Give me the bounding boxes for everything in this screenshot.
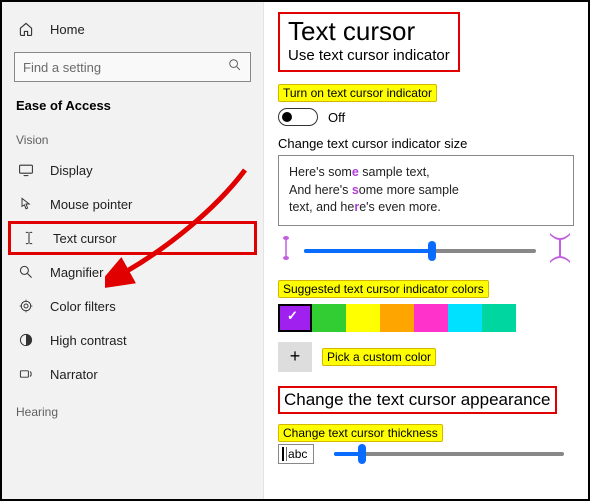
sidebar-item-magnifier[interactable]: Magnifier [8,255,257,289]
sidebar-item-text-cursor[interactable]: Text cursor [8,221,257,255]
sidebar-item-label: Display [50,163,93,178]
narrator-icon [16,364,36,384]
swatch-green[interactable] [312,304,346,332]
toggle-heading: Turn on text cursor indicator [278,84,437,102]
display-icon [16,160,36,180]
home-label: Home [50,22,85,37]
text-cursor-icon [19,228,39,248]
swatch-orange[interactable] [380,304,414,332]
thickness-preview: abc [278,444,314,465]
mouse-icon [16,194,36,214]
swatch-pink[interactable] [414,304,448,332]
sidebar-item-label: Mouse pointer [50,197,132,212]
group-vision-label: Vision [8,119,257,153]
plus-icon: + [290,346,301,367]
content-pane: Text cursor Use text cursor indicator Tu… [264,2,588,499]
sidebar-item-label: High contrast [50,333,127,348]
page-title: Text cursor [288,16,450,47]
colors-heading: Suggested text cursor indicator colors [278,280,489,298]
sidebar-item-label: Color filters [50,299,116,314]
page-subtitle: Use text cursor indicator [288,47,450,64]
color-filters-icon [16,296,36,316]
cursor-indicator-toggle[interactable]: Off [278,108,574,126]
color-swatches [278,304,574,332]
swatch-purple[interactable] [278,304,312,332]
indicator-max-icon [546,231,574,270]
indicator-size-slider-row [278,234,574,268]
category-header: Ease of Access [8,92,257,119]
sidebar-item-display[interactable]: Display [8,153,257,187]
sidebar: Home Find a setting Ease of Access Visio… [2,2,264,499]
group-hearing-label: Hearing [8,391,257,425]
add-custom-color-button[interactable]: + [278,342,312,372]
sidebar-item-label: Text cursor [53,231,117,246]
thickness-slider[interactable] [334,452,564,456]
thickness-row: abc [278,444,574,465]
search-icon [228,58,242,77]
custom-color-label: Pick a custom color [322,348,436,366]
indicator-size-label: Change text cursor indicator size [278,136,574,151]
sidebar-item-narrator[interactable]: Narrator [8,357,257,391]
page-title-box: Text cursor Use text cursor indicator [278,12,460,72]
home-nav[interactable]: Home [8,12,257,46]
sidebar-item-label: Magnifier [50,265,103,280]
indicator-min-icon [278,235,294,266]
sidebar-item-mouse[interactable]: Mouse pointer [8,187,257,221]
swatch-teal[interactable] [482,304,516,332]
home-icon [16,19,36,39]
thickness-heading: Change text cursor thickness [278,424,443,442]
search-placeholder: Find a setting [23,60,228,75]
sidebar-item-label: Narrator [50,367,98,382]
toggle-track [278,108,318,126]
appearance-heading: Change the text cursor appearance [278,386,557,414]
indicator-size-slider[interactable] [304,249,536,253]
preview-text-box: Here's some sample text, And here's some… [278,155,574,226]
swatch-yellow[interactable] [346,304,380,332]
magnifier-icon [16,262,36,282]
sidebar-item-high-contrast[interactable]: High contrast [8,323,257,357]
swatch-cyan[interactable] [448,304,482,332]
sidebar-item-color-filters[interactable]: Color filters [8,289,257,323]
custom-color-row: + Pick a custom color [278,342,574,372]
search-input[interactable]: Find a setting [14,52,251,82]
high-contrast-icon [16,330,36,350]
toggle-state-label: Off [328,110,345,125]
